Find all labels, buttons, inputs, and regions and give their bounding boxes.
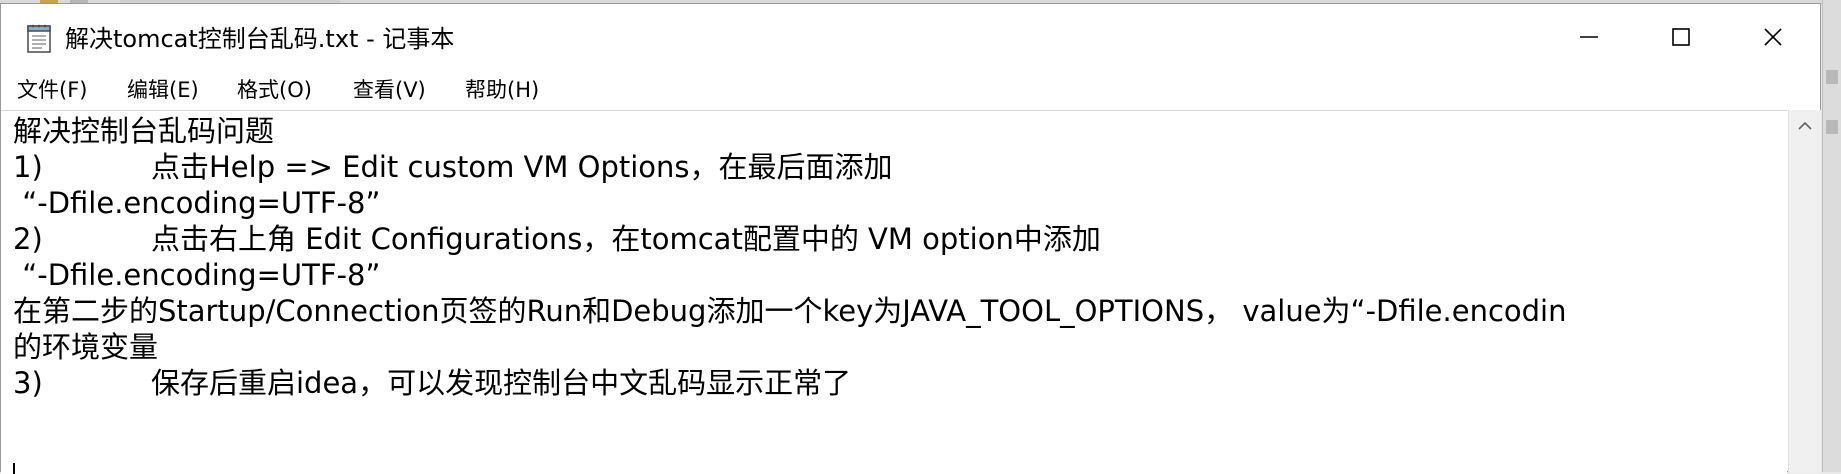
menu-format[interactable]: 格式(O) xyxy=(233,76,316,104)
close-button[interactable] xyxy=(1727,4,1819,70)
menu-help[interactable]: 帮助(H) xyxy=(461,76,543,104)
title-bar[interactable]: 解决tomcat控制台乱码.txt - 记事本 xyxy=(1,4,1820,70)
minimize-icon xyxy=(1580,36,1598,38)
text-caret xyxy=(13,463,15,474)
minimize-button[interactable] xyxy=(1543,4,1635,70)
notepad-icon xyxy=(27,24,51,53)
menu-file[interactable]: 文件(F) xyxy=(13,76,91,104)
menu-bar: 文件(F) 编辑(E) 格式(O) 查看(V) 帮助(H) xyxy=(1,70,1820,108)
vertical-scrollbar[interactable] xyxy=(1788,110,1821,473)
background-scroll-marker xyxy=(1826,120,1838,134)
scroll-up-arrow-icon[interactable] xyxy=(1789,114,1821,138)
background-window-edge xyxy=(1822,0,1841,472)
text-line: 在第二步的Startup/Connection页签的Run和Debug添加一个k… xyxy=(13,294,1567,328)
text-editor-area[interactable]: 解决控制台乱码问题 1) 点击Help => Edit custom VM Opt… xyxy=(1,110,1787,474)
menu-view[interactable]: 查看(V) xyxy=(349,76,430,104)
notepad-window: 解决tomcat控制台乱码.txt - 记事本 文件(F) 编辑(E) 格式(O… xyxy=(0,3,1821,474)
background-scroll-marker xyxy=(1826,70,1838,84)
maximize-icon xyxy=(1672,28,1690,46)
close-icon xyxy=(1764,28,1782,46)
window-title: 解决tomcat控制台乱码.txt - 记事本 xyxy=(65,25,455,53)
maximize-button[interactable] xyxy=(1635,4,1727,70)
menu-edit[interactable]: 编辑(E) xyxy=(123,76,203,104)
text-line: 3) 保存后重启idea，可以发现控制台中文乱码显示正常了 xyxy=(13,366,852,400)
